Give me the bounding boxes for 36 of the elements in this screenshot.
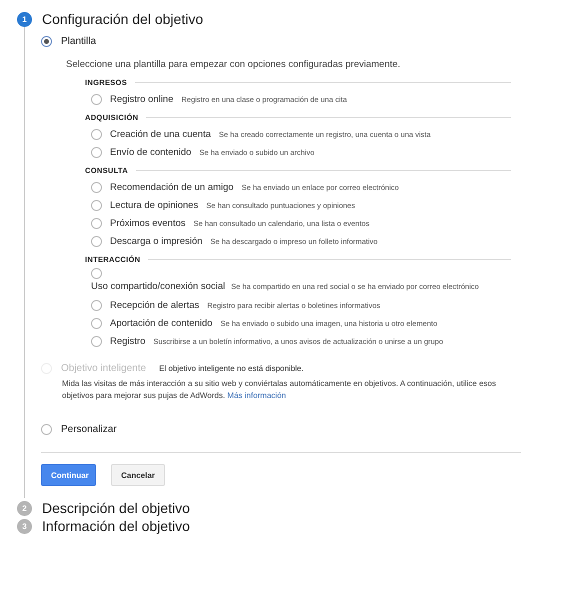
continue-button[interactable]: Continuar	[41, 464, 96, 486]
radio-button[interactable]	[91, 318, 102, 329]
option-label[interactable]: Plantilla	[61, 36, 96, 47]
option-label[interactable]: Registro online	[110, 94, 174, 105]
step-title[interactable]: Descripción del objetivo	[42, 500, 190, 516]
option-label[interactable]: Lectura de opiniones	[110, 200, 198, 211]
step-number-badge: 1	[17, 12, 32, 26]
template-description: Seleccione una plantilla para empezar con opciones configuradas previamente.	[66, 59, 402, 70]
step-title[interactable]: Configuración del objetivo	[42, 11, 204, 27]
option-label[interactable]: Próximos eventos	[110, 218, 186, 229]
option-label[interactable]: Registro	[110, 336, 146, 347]
option-label[interactable]: Personalizar	[61, 424, 117, 435]
radio-button[interactable]	[91, 236, 102, 247]
step-number-badge: 2	[17, 500, 32, 516]
radio-button[interactable]	[91, 94, 102, 105]
radio-button[interactable]	[91, 268, 102, 279]
radio-button[interactable]	[41, 36, 52, 47]
option-label[interactable]: Recomendación de un amigo	[110, 182, 234, 193]
option-label[interactable]: Recepción de alertas	[110, 300, 200, 311]
radio-button[interactable]	[91, 147, 102, 158]
option-label[interactable]: Aportación de contenido	[110, 318, 212, 329]
radio-button[interactable]	[91, 129, 102, 140]
radio-button[interactable]	[91, 218, 102, 229]
cancel-button[interactable]: Cancelar	[111, 464, 165, 486]
step-number-badge: 3	[17, 518, 32, 534]
radio-button[interactable]	[91, 182, 102, 193]
option-label[interactable]: Envío de contenido	[110, 147, 192, 158]
option-label[interactable]: Creación de una cuenta	[110, 129, 211, 140]
radio-button[interactable]	[91, 200, 102, 211]
radio-button[interactable]	[41, 424, 52, 435]
radio-button[interactable]	[91, 300, 102, 311]
smart-goal-description: Mida las visitas de más interacción a su sitio web y conviértalas automáticamente en objetivos. A continuación, utilice esos objetivos para mejorar sus pujas de AdWords. Más información	[62, 378, 497, 402]
unavailable-note: El objetivo inteligente no está disponible.	[159, 364, 304, 373]
radio-button[interactable]	[91, 336, 102, 347]
option-label[interactable]: Descarga o impresión	[110, 236, 202, 247]
step-title[interactable]: Información del objetivo	[42, 518, 190, 534]
